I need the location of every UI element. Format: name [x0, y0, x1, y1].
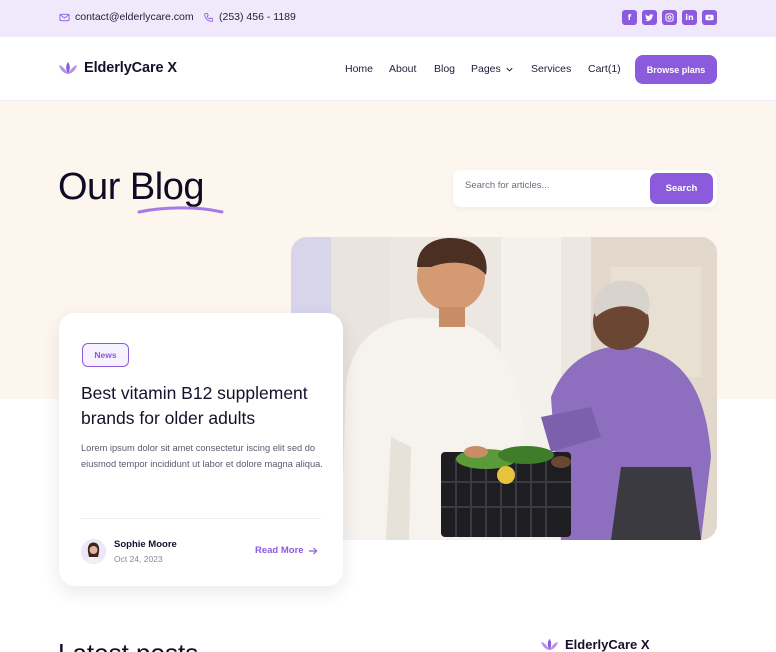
footer-brand-logo[interactable]: ElderlyCare X — [540, 637, 650, 652]
read-more-label: Read More — [255, 545, 304, 556]
post-date: Oct 24, 2023 — [114, 554, 163, 564]
social-links: f in — [622, 10, 717, 25]
latest-posts-heading: Latest posts — [58, 638, 198, 652]
nav-about[interactable]: About — [389, 63, 416, 75]
arrow-right-icon — [308, 547, 317, 554]
email-text: contact@elderlycare.com — [75, 11, 194, 23]
linkedin-icon[interactable]: in — [682, 10, 697, 25]
phone-icon — [204, 12, 214, 22]
search-input[interactable] — [465, 180, 645, 191]
page-title-part2: Blog — [129, 166, 205, 208]
main-nav: ElderlyCare X Home About Blog Pages Serv… — [0, 37, 776, 101]
youtube-icon[interactable] — [702, 10, 717, 25]
page-title-part1: Our — [58, 166, 120, 208]
title-underline — [137, 206, 224, 214]
browse-plans-button[interactable]: Browse plans — [635, 55, 717, 84]
brand-logo[interactable]: ElderlyCare X — [58, 60, 177, 76]
facebook-icon[interactable]: f — [622, 10, 637, 25]
lotus-icon — [541, 638, 558, 651]
author-name: Sophie Moore — [114, 539, 177, 550]
phone-text: (253) 456 - 1189 — [219, 11, 296, 23]
nav-pages-label: Pages — [471, 63, 501, 75]
featured-post-card[interactable]: News Best vitamin B12 supplement brands … — [59, 313, 343, 586]
chevron-down-icon — [506, 67, 513, 72]
read-more-link[interactable]: Read More — [255, 545, 318, 556]
post-excerpt: Lorem ipsum dolor sit amet consectetur i… — [81, 443, 323, 469]
page-title: Our Blog — [58, 166, 204, 209]
phone-link[interactable]: (253) 456 - 1189 — [203, 11, 296, 23]
search-box: Search — [453, 170, 717, 207]
footer-brand-name: ElderlyCare X — [565, 637, 650, 652]
nav-home[interactable]: Home — [345, 63, 373, 75]
nav-services[interactable]: Services — [531, 63, 571, 75]
top-bar: contact@elderlycare.com (253) 456 - 1189… — [0, 0, 776, 37]
brand-name: ElderlyCare X — [84, 60, 177, 76]
instagram-icon[interactable] — [662, 10, 677, 25]
author-avatar — [81, 539, 106, 564]
twitter-icon[interactable] — [642, 10, 657, 25]
search-button[interactable]: Search — [650, 173, 713, 204]
mail-icon — [59, 13, 70, 21]
nav-cart[interactable]: Cart(1) — [588, 63, 621, 75]
post-title[interactable]: Best vitamin B12 supplement brands for o… — [81, 381, 331, 431]
featured-image — [291, 237, 717, 540]
nav-blog[interactable]: Blog — [434, 63, 455, 75]
nav-pages[interactable]: Pages — [471, 63, 514, 75]
card-divider — [81, 518, 321, 519]
email-link[interactable]: contact@elderlycare.com — [59, 11, 194, 23]
category-badge[interactable]: News — [82, 343, 129, 367]
lotus-icon — [59, 62, 77, 74]
